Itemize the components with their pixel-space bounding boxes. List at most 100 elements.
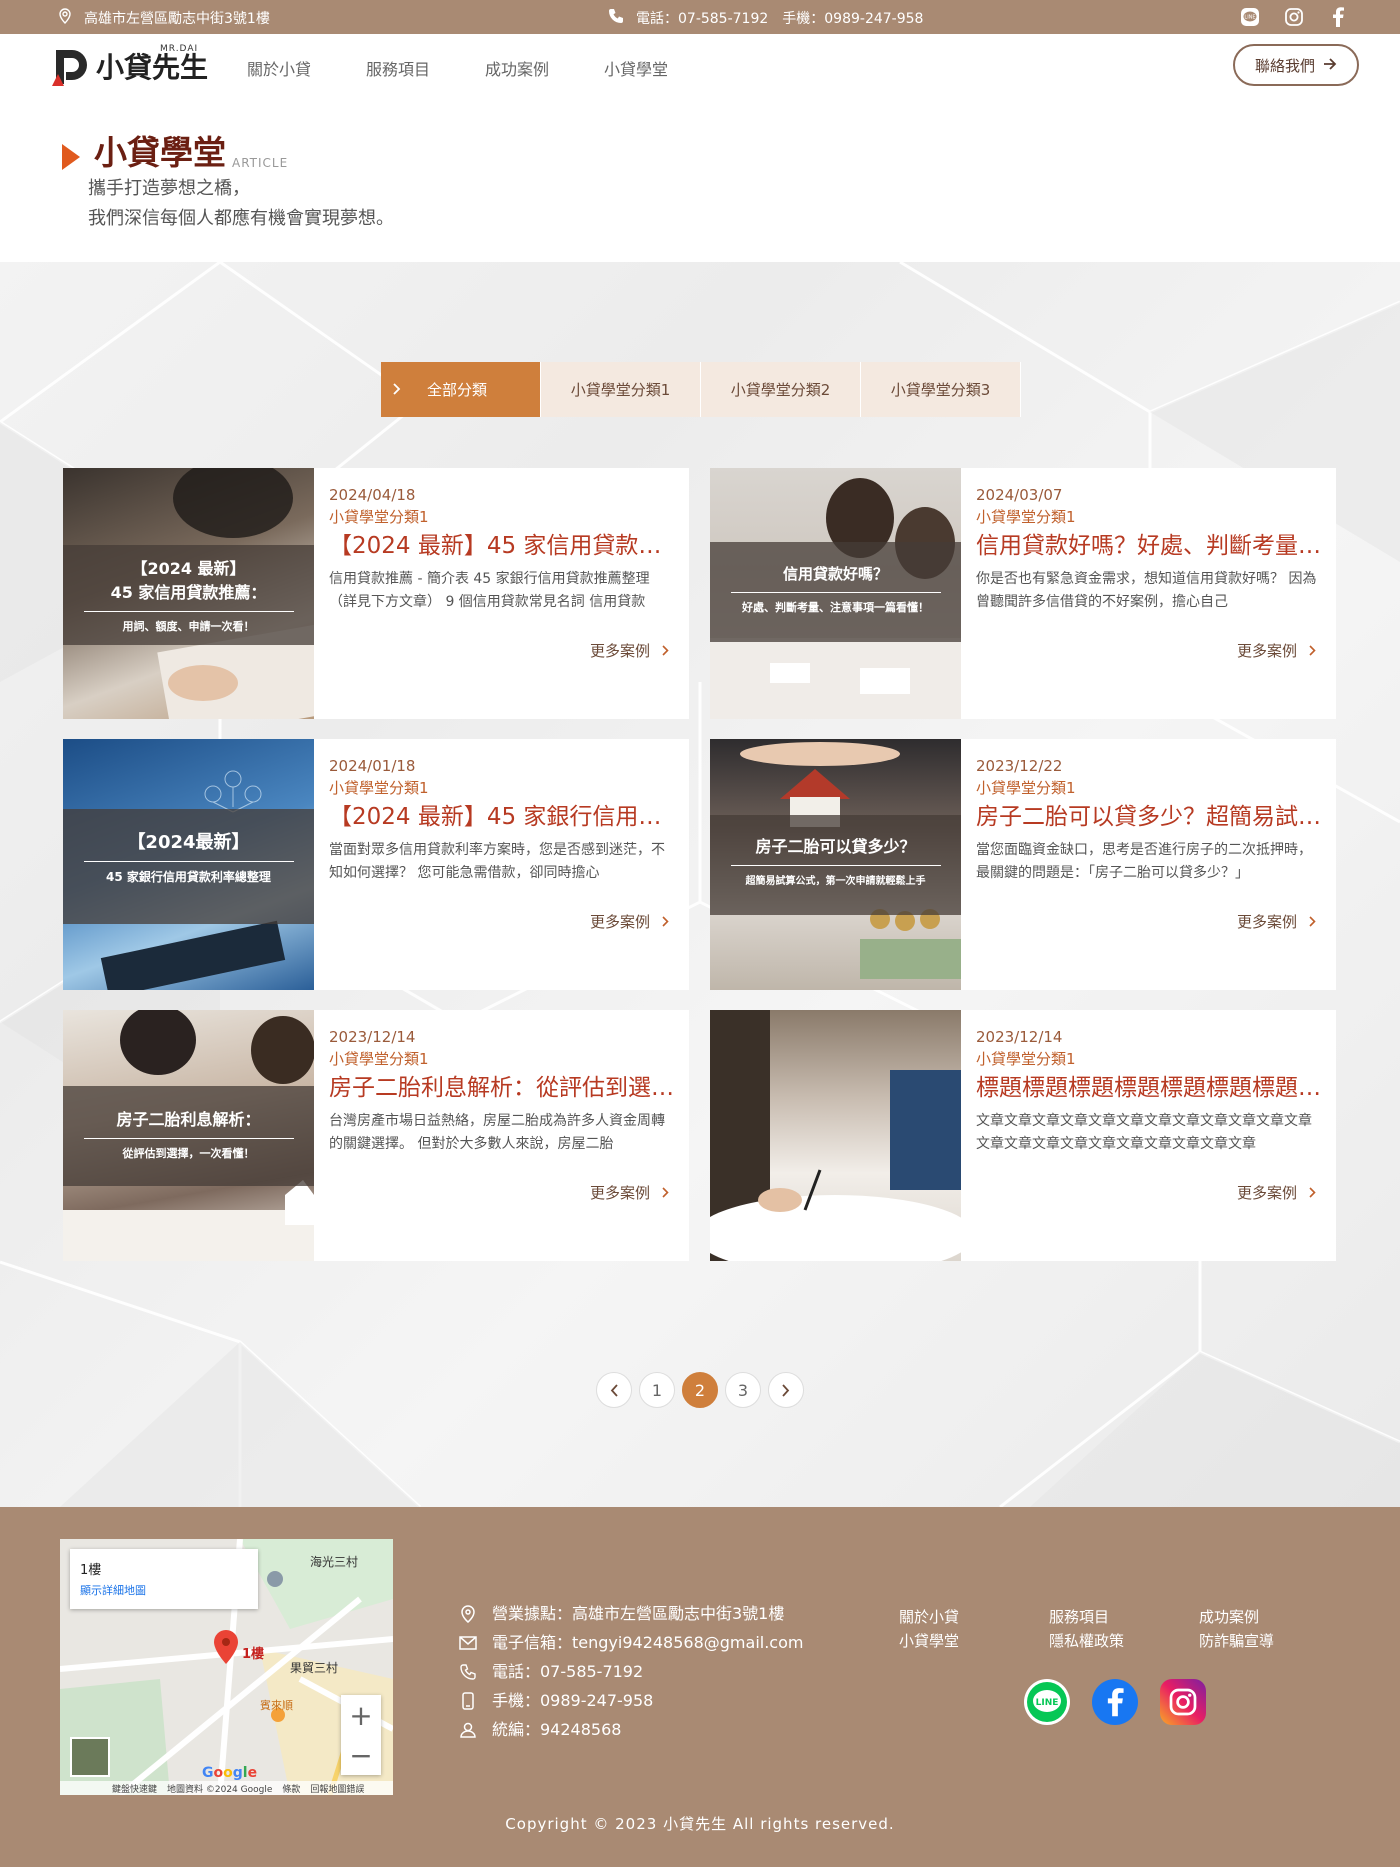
article-excerpt: 文章文章文章文章文章文章文章文章文章文章文章文章文章文章文章文章文章文章文章文章…: [976, 1113, 1312, 1152]
article-card[interactable]: 2023/12/14 小貸學堂分類1 標題標題標題標題標題標題標題標題 文章文章…: [710, 1010, 1336, 1261]
chevron-left-icon: [610, 1383, 618, 1397]
page-1-button[interactable]: 1: [639, 1372, 675, 1408]
article-card[interactable]: 房子二胎利息解析： 從評估到選擇，一次看懂！ 2023/12/14 小貸學堂分類…: [63, 1010, 689, 1261]
thumb-line-1: 房子二胎可以貸多少？: [755, 837, 916, 856]
thumb-overlay: 【2024最新】 45 家銀行信用貸款利率總整理: [63, 809, 314, 924]
article-excerpt: 你是否也有緊急資金需求，想知道信用貸款好嗎？ 因為曾聽聞許多信借貸的不好案例，擔…: [976, 571, 1317, 610]
footer-link-academy[interactable]: 小貸學堂: [899, 1629, 1049, 1653]
read-more-link[interactable]: 更多案例: [590, 1182, 669, 1203]
page-2-button[interactable]: 2: [682, 1372, 718, 1408]
tab-category-2[interactable]: 小貸學堂分類2: [701, 362, 861, 417]
article-thumbnail[interactable]: 【2024 最新】 45 家信用貸款推薦： 用詞、額度、申請一次看！: [63, 468, 314, 719]
article-category[interactable]: 小貸學堂分類1: [329, 506, 675, 528]
thumb-line-2: 45 家信用貸款推薦：: [110, 583, 267, 602]
read-more-label: 更多案例: [589, 642, 650, 660]
article-title[interactable]: 信用貸款好嗎？好處、判斷考量、注意事項一篇看懂！: [976, 528, 1322, 564]
contact-us-button[interactable]: 聯絡我們: [1233, 44, 1359, 86]
article-excerpt: 信用貸款推薦 - 簡介表 45 家銀行信用貸款推薦整理 （詳見下方文章） 9 個…: [329, 571, 650, 610]
svg-text:LINE: LINE: [1036, 1698, 1059, 1708]
article-body: 2024/04/18 小貸學堂分類1 【2024 最新】45 家信用貸款推薦：用…: [329, 484, 675, 614]
article-category[interactable]: 小貸學堂分類1: [976, 1048, 1322, 1070]
thumb-subtitle: 超簡易試算公式，第一次申請就輕鬆上手: [745, 876, 926, 887]
line-icon[interactable]: LINE: [1024, 1679, 1070, 1725]
article-thumbnail[interactable]: 信用貸款好嗎？ 好處、判斷考量、注意事項一篇看懂！: [710, 468, 961, 719]
article-category[interactable]: 小貸學堂分類1: [329, 777, 675, 799]
article-date: 2023/12/22: [976, 757, 1063, 775]
footer-address: 營業據點：高雄市左營區勵志中街3號1樓: [492, 1604, 785, 1623]
read-more-link[interactable]: 更多案例: [1237, 1182, 1316, 1203]
map-pin-icon[interactable]: [212, 1629, 240, 1665]
tab-category-3[interactable]: 小貸學堂分類3: [861, 362, 1021, 417]
thumb-line-1: 信用貸款好嗎？: [782, 565, 888, 583]
article-card[interactable]: 房子二胎可以貸多少？ 超簡易試算公式，第一次申請就輕鬆上手 2023/12/22…: [710, 739, 1336, 990]
facebook-icon[interactable]: [1092, 1679, 1138, 1725]
tab-category-1[interactable]: 小貸學堂分類1: [541, 362, 701, 417]
map-popup-link[interactable]: 顯示詳細地圖: [80, 1582, 248, 1598]
nav-item-academy[interactable]: 小貸學堂: [604, 56, 668, 80]
zoom-in-button[interactable]: +: [349, 1699, 372, 1732]
zoom-out-button[interactable]: −: [349, 1739, 372, 1772]
phone-icon: [608, 8, 624, 28]
nav-item-about[interactable]: 關於小貸: [247, 56, 311, 80]
read-more-link[interactable]: 更多案例: [590, 911, 669, 932]
nav-item-services[interactable]: 服務項目: [366, 56, 430, 80]
page-title-en: ARTICLE: [232, 156, 289, 170]
line-icon[interactable]: LINE: [1238, 5, 1262, 29]
article-thumbnail[interactable]: 房子二胎利息解析： 從評估到選擇，一次看懂！: [63, 1010, 314, 1261]
next-page-button[interactable]: [768, 1372, 804, 1408]
chevron-right-icon: [1309, 913, 1316, 931]
article-title[interactable]: 房子二胎可以貸多少？超簡易試算公式: [976, 799, 1322, 835]
article-title[interactable]: 【2024 最新】45 家銀行信用貸款利率總整理: [329, 799, 675, 835]
article-date: 2023/12/14: [976, 1028, 1063, 1046]
footer-link-privacy[interactable]: 隱私權政策: [1049, 1629, 1199, 1653]
title-triangle-icon: [62, 144, 80, 170]
thumb-subtitle: 45 家銀行信用貸款利率總整理: [106, 870, 271, 884]
map-attribution-item[interactable]: 條款: [282, 1782, 300, 1795]
nav-item-cases[interactable]: 成功案例: [485, 56, 549, 80]
article-thumbnail[interactable]: 【2024最新】 45 家銀行信用貸款利率總整理: [63, 739, 314, 990]
article-category[interactable]: 小貸學堂分類1: [976, 777, 1322, 799]
instagram-icon[interactable]: [1160, 1679, 1206, 1725]
article-title[interactable]: 標題標題標題標題標題標題標題標題: [976, 1070, 1322, 1106]
read-more-link[interactable]: 更多案例: [1237, 911, 1316, 932]
thumb-line-1: 房子二胎利息解析：: [116, 1110, 261, 1129]
footer-link-about[interactable]: 關於小貸: [899, 1605, 1049, 1629]
footer-link-cases[interactable]: 成功案例: [1199, 1605, 1349, 1629]
footer-phone[interactable]: 電話：07-585-7192: [492, 1657, 643, 1686]
article-card[interactable]: 【2024 最新】 45 家信用貸款推薦： 用詞、額度、申請一次看！ 2024/…: [63, 468, 689, 719]
map-satellite-toggle[interactable]: [70, 1737, 110, 1777]
article-body: 2023/12/14 小貸學堂分類1 房子二胎利息解析：從評估到選擇，一次看懂！…: [329, 1026, 675, 1156]
facebook-icon[interactable]: [1326, 5, 1350, 29]
map-attribution-item[interactable]: 回報地圖錯誤: [310, 1782, 364, 1795]
read-more-link[interactable]: 更多案例: [1237, 640, 1316, 661]
footer-link-anti-fraud[interactable]: 防詐騙宣導: [1199, 1629, 1349, 1653]
footer-email[interactable]: 電子信箱：tengyi94248568@gmail.com: [492, 1628, 803, 1657]
article-title[interactable]: 房子二胎利息解析：從評估到選擇，一次看懂！: [329, 1070, 675, 1106]
google-logo: Google: [202, 1765, 258, 1781]
read-more-label: 更多案例: [1236, 1184, 1297, 1202]
article-category[interactable]: 小貸學堂分類1: [329, 1048, 675, 1070]
footer-link-services[interactable]: 服務項目: [1049, 1605, 1199, 1629]
article-card[interactable]: 信用貸款好嗎？ 好處、判斷考量、注意事項一篇看懂！ 2024/03/07 小貸學…: [710, 468, 1336, 719]
instagram-icon[interactable]: [1282, 5, 1306, 29]
read-more-label: 更多案例: [1236, 642, 1297, 660]
prev-page-button[interactable]: [596, 1372, 632, 1408]
article-card[interactable]: 【2024最新】 45 家銀行信用貸款利率總整理 2024/01/18 小貸學堂…: [63, 739, 689, 990]
article-thumbnail[interactable]: 房子二胎可以貸多少？ 超簡易試算公式，第一次申請就輕鬆上手: [710, 739, 961, 990]
page-3-button[interactable]: 3: [725, 1372, 761, 1408]
topbar-social: LINE: [1238, 5, 1350, 29]
page-title-text: 小貸學堂: [94, 133, 226, 172]
map-attribution-item[interactable]: 鍵盤快速鍵: [112, 1782, 157, 1795]
article-thumbnail[interactable]: [710, 1010, 961, 1261]
tab-all[interactable]: 全部分類: [381, 362, 541, 417]
article-title[interactable]: 【2024 最新】45 家信用貸款推薦：用詞、額度、申請一次看！: [329, 528, 675, 564]
article-category[interactable]: 小貸學堂分類1: [976, 506, 1322, 528]
read-more-link[interactable]: 更多案例: [590, 640, 669, 661]
thumb-divider: [83, 611, 294, 612]
logo-mark-icon: [52, 50, 87, 86]
read-more-label: 更多案例: [1236, 913, 1297, 931]
article-date: 2024/04/18: [329, 486, 416, 504]
site-logo[interactable]: 小貸先生 MR.DAI: [52, 44, 208, 86]
google-map[interactable]: 海光三村 果貿三村 賓來順 1樓 1樓 顯示詳細地圖 + − Google 鍵盤…: [60, 1539, 393, 1795]
footer-mobile[interactable]: 手機：0989-247-958: [492, 1686, 653, 1715]
